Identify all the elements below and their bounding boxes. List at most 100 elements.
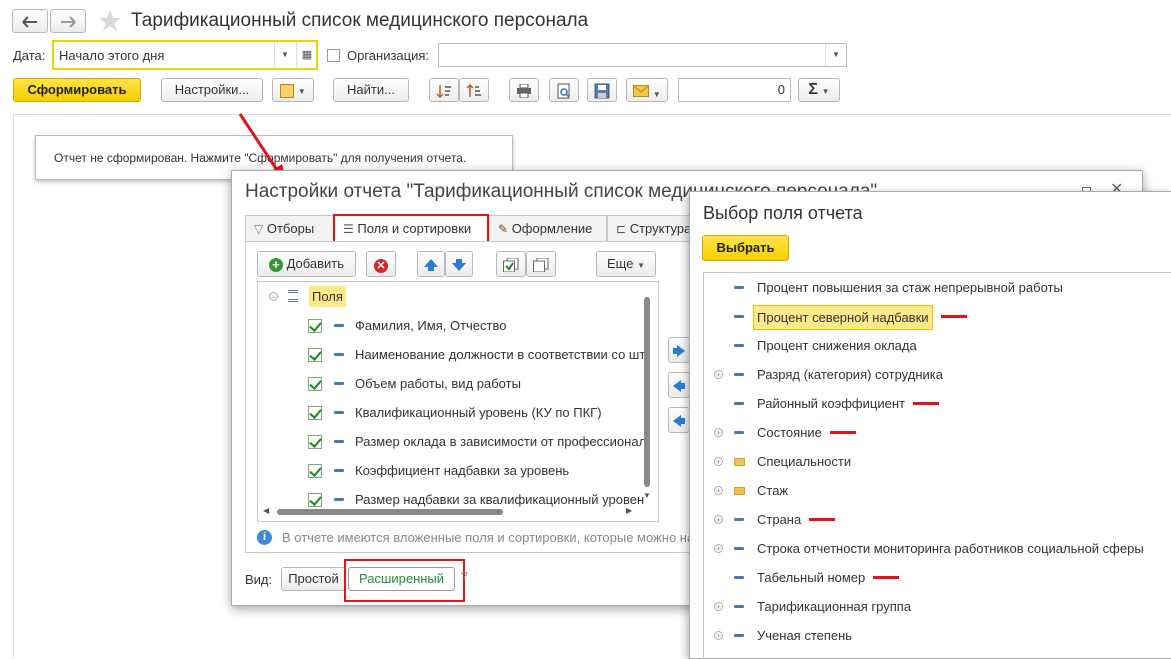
sum-value: 0 (777, 82, 785, 97)
field-checkbox[interactable] (308, 464, 322, 478)
fields-root-row[interactable]: − Поля (258, 282, 658, 311)
fields-vertical-scrollbar[interactable] (644, 297, 650, 487)
field-picker-tree: Процент повышения за стаж непрерывной ра… (703, 272, 1171, 659)
print-button[interactable] (509, 78, 539, 102)
annotation-box-extended (344, 559, 465, 602)
settings-button[interactable]: Настройки... (161, 78, 263, 102)
picker-item[interactable]: + Строка отчетности мониторинга работнико… (704, 534, 1171, 563)
select-field-button[interactable]: Выбрать (702, 235, 789, 261)
field-row[interactable]: Квалификационный уровень (КУ по ПКГ) (258, 398, 638, 427)
add-field-label: Добавить (286, 256, 345, 271)
expand-icon[interactable]: + (714, 486, 723, 496)
expand-icon[interactable]: + (714, 631, 723, 641)
favorite-star-icon[interactable] (98, 9, 122, 33)
field-checkbox[interactable] (308, 435, 322, 449)
calendar-icon[interactable]: ▦ (296, 42, 317, 68)
add-circle-icon: + (268, 257, 283, 272)
organization-checkbox[interactable] (327, 49, 340, 62)
scroll-down-icon[interactable]: ▼ (643, 491, 651, 500)
field-checkbox[interactable] (308, 319, 322, 333)
filter-funnel-icon: ▽ (254, 222, 264, 236)
picker-item[interactable]: + Состояние (704, 418, 1171, 447)
chevron-down-icon: ▼ (821, 87, 830, 96)
field-checkbox[interactable] (308, 493, 322, 507)
folder-icon (734, 458, 745, 466)
picker-item[interactable]: + Страна (704, 505, 1171, 534)
arrow-double-left-icon (673, 415, 685, 427)
folder-icon (734, 487, 745, 495)
field-row[interactable]: Коэффициент надбавки за уровень (258, 456, 638, 485)
field-row[interactable]: Размер оклада в зависимости от профессио… (258, 427, 646, 456)
move-up-button[interactable] (417, 251, 445, 277)
picker-item[interactable]: + Разряд (категория) сотрудника (704, 360, 1171, 389)
picker-item[interactable]: Районный коэффициент (704, 389, 1171, 418)
save-button[interactable] (587, 78, 617, 102)
move-all-left-button[interactable] (668, 407, 690, 433)
find-button[interactable]: Найти... (333, 78, 409, 102)
date-dropdown-button[interactable]: ▼ (274, 42, 295, 68)
picker-item-label: Специальности (757, 454, 852, 469)
tab-filters[interactable]: ▽ Отборы (245, 215, 334, 241)
more-button[interactable]: Еще ▼ (596, 251, 656, 277)
date-field[interactable]: Начало этого дня ▼ ▦ (52, 40, 318, 70)
expand-icon[interactable]: + (714, 428, 723, 438)
field-row[interactable]: Фамилия, Имя, Отчество (258, 311, 638, 340)
send-email-button[interactable]: ▼ (626, 78, 668, 102)
field-checkbox[interactable] (308, 348, 322, 362)
sort-desc-button[interactable] (459, 78, 489, 102)
tab-design[interactable]: ✎ Оформление (489, 215, 607, 241)
move-down-button[interactable] (445, 251, 473, 277)
uncheck-all-button[interactable] (526, 251, 556, 277)
annotation-underline (873, 576, 899, 579)
picker-item[interactable]: Процент повышения за стаж непрерывной ра… (704, 273, 1171, 302)
expand-icon[interactable]: + (714, 544, 723, 554)
picker-item-label: Ученая степень (757, 628, 853, 643)
picker-item[interactable]: Процент северной надбавки (704, 302, 1171, 331)
collapse-icon[interactable]: − (269, 292, 278, 302)
field-icon (334, 324, 344, 327)
sum-field: 0 (678, 78, 791, 102)
move-right-button[interactable] (668, 337, 690, 363)
help-icon[interactable]: ? (461, 569, 468, 583)
chevron-down-icon: ▼ (297, 87, 306, 96)
view-label: Вид: (245, 572, 273, 587)
generate-button[interactable]: Сформировать (13, 78, 141, 102)
move-left-button[interactable] (668, 372, 690, 398)
scroll-left-icon[interactable]: ◀ (263, 506, 269, 515)
sum-mode-button[interactable]: Σ ▼ (798, 78, 840, 102)
sort-asc-button[interactable] (429, 78, 459, 102)
delete-circle-icon: ✕ (374, 259, 388, 274)
picker-item[interactable]: + Специальности (704, 447, 1171, 476)
picker-item[interactable]: + Стаж (704, 476, 1171, 505)
back-button[interactable] (12, 9, 48, 33)
field-checkbox[interactable] (308, 406, 322, 420)
scroll-right-icon[interactable]: ▶ (626, 506, 632, 515)
picker-item-label: Страна (757, 512, 802, 527)
organization-dropdown-button[interactable]: ▼ (825, 44, 846, 66)
check-all-button[interactable] (496, 251, 526, 277)
fields-horizontal-scrollbar[interactable] (277, 509, 503, 515)
delete-field-button[interactable]: ✕ (366, 251, 396, 277)
save-disk-icon (594, 83, 610, 99)
picker-item[interactable]: Процент снижения оклада (704, 331, 1171, 360)
view-simple-button[interactable]: Простой (281, 567, 346, 591)
envelope-icon (633, 85, 650, 97)
field-icon (734, 402, 744, 405)
expand-icon[interactable]: + (714, 370, 723, 380)
add-field-button[interactable]: + Добавить (257, 251, 356, 277)
preview-button[interactable] (549, 78, 579, 102)
expand-icon[interactable]: + (714, 515, 723, 525)
forward-button[interactable] (50, 9, 86, 33)
field-row[interactable]: Объем работы, вид работы (258, 369, 638, 398)
field-checkbox[interactable] (308, 377, 322, 391)
picker-item[interactable]: + Ученая степень (704, 621, 1171, 650)
picker-item[interactable]: Табельный номер (704, 563, 1171, 592)
expand-icon[interactable]: + (714, 457, 723, 467)
field-icon (734, 286, 744, 289)
organization-field[interactable]: ▼ (438, 43, 847, 67)
picker-item-label: Строка отчетности мониторинга работников… (757, 541, 1144, 556)
variant-button[interactable]: ▼ (272, 78, 314, 102)
field-row[interactable]: Наименование должности в соответствии со… (258, 340, 645, 369)
picker-item[interactable]: + Тарификационная группа (704, 592, 1171, 621)
expand-icon[interactable]: + (714, 602, 723, 612)
